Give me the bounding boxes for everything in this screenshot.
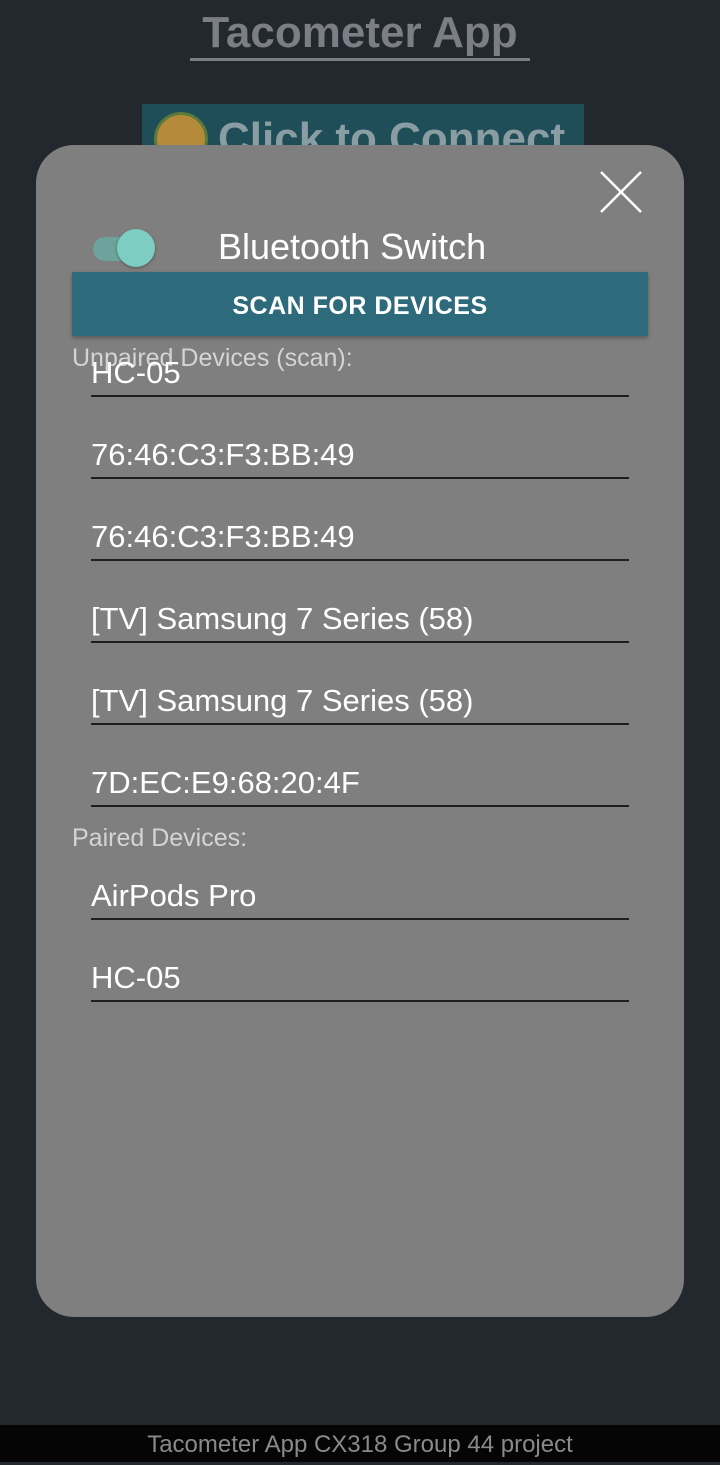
bluetooth-dialog: Bluetooth Switch SCAN FOR DEVICES Unpair… [36,145,684,1317]
toggle-thumb [117,229,155,267]
device-list-item[interactable]: 7D:EC:E9:68:20:4F [91,725,629,807]
device-list-item[interactable]: 76:46:C3:F3:BB:49 [91,479,629,561]
device-list-item[interactable]: [TV] Samsung 7 Series (58) [91,643,629,725]
device-name: 7D:EC:E9:68:20:4F [91,765,360,800]
bluetooth-switch-label: Bluetooth Switch [218,226,487,267]
device-list-item[interactable]: AirPods Pro [91,838,629,920]
device-name: 76:46:C3:F3:BB:49 [91,437,355,472]
bluetooth-toggle[interactable] [93,229,155,269]
paired-device-list[interactable]: AirPods Pro HC-05 [91,838,629,1002]
footer-credit: Tacometer App CX318 Group 44 project [0,1425,720,1462]
unpaired-device-list[interactable]: HC-05 76:46:C3:F3:BB:49 76:46:C3:F3:BB:49 [… [91,315,629,809]
device-name: [TV] Samsung 7 Series (58) [91,683,474,718]
device-name: 76:46:C3:F3:BB:49 [91,519,355,554]
device-list-item[interactable]: 76:46:C3:F3:BB:49 [91,397,629,479]
device-name: HC-05 [91,355,181,390]
device-name: HC-05 [91,960,181,995]
close-icon[interactable] [599,170,643,214]
device-name: AirPods Pro [91,878,257,913]
device-list-item[interactable]: HC-05 [91,315,629,397]
device-name: [TV] Samsung 7 Series (58) [91,601,474,636]
device-list-item[interactable]: HC-05 [91,920,629,1002]
app-title: Tacometer App [0,8,720,61]
device-list-item[interactable]: [TV] Samsung 7 Series (58) [91,561,629,643]
